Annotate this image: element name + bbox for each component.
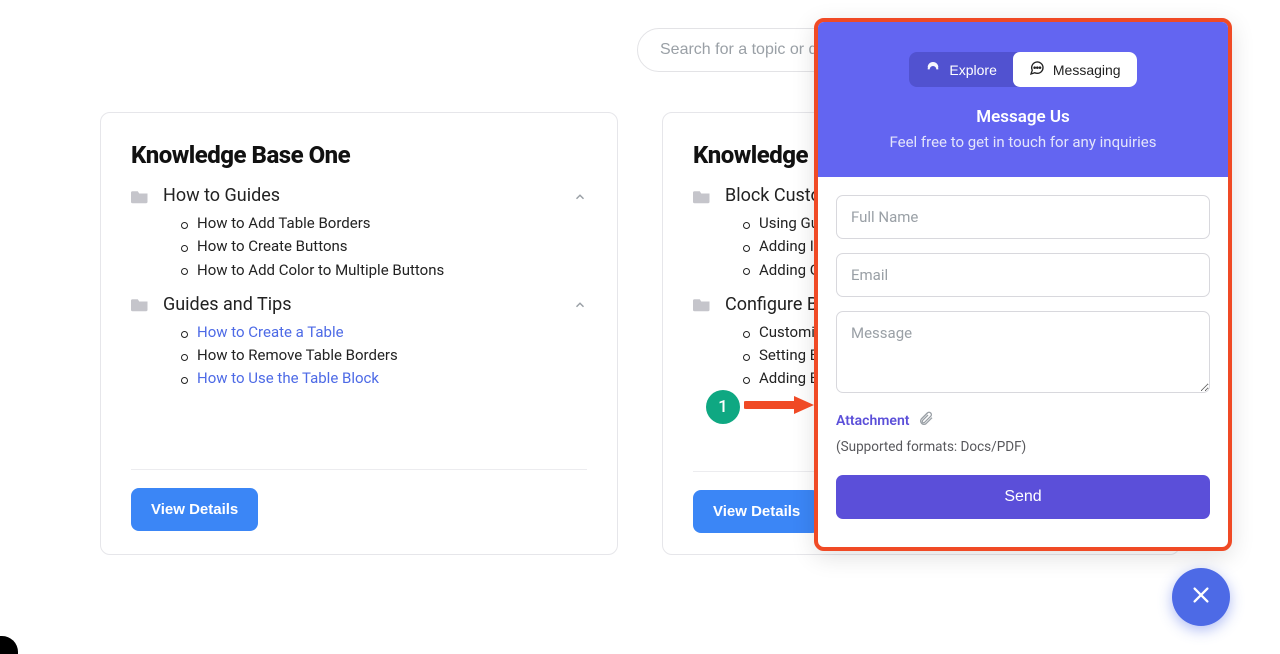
kb-item-list: How to Create a Table How to Remove Tabl… — [181, 321, 587, 391]
folder-icon — [131, 297, 149, 311]
chat-tab-switch: Explore Messaging — [909, 52, 1136, 87]
arrow-right-icon — [740, 396, 814, 418]
tab-label: Explore — [949, 62, 996, 78]
kb-item[interactable]: How to Add Table Borders — [181, 212, 587, 235]
attachment-label: Attachment — [836, 413, 910, 429]
kb-card-title: Knowledge Base One — [131, 141, 587, 169]
chat-subtitle: Feel free to get in touch for any inquir… — [836, 133, 1210, 151]
chevron-up-icon — [573, 189, 587, 203]
section-title: Guides and Tips — [163, 294, 559, 315]
messaging-icon — [1029, 60, 1045, 79]
kb-item-list: How to Add Table Borders How to Create B… — [181, 212, 587, 282]
view-details-button[interactable]: View Details — [693, 490, 820, 533]
step-badge: 1 — [706, 390, 740, 424]
kb-item[interactable]: How to Remove Table Borders — [181, 344, 587, 367]
tab-explore[interactable]: Explore — [909, 52, 1012, 87]
chat-title: Message Us — [836, 107, 1210, 127]
view-details-button[interactable]: View Details — [131, 488, 258, 531]
fullname-field[interactable] — [836, 195, 1210, 239]
tab-messaging[interactable]: Messaging — [1013, 52, 1137, 87]
message-field[interactable] — [836, 311, 1210, 393]
paperclip-icon — [918, 411, 934, 431]
tab-label: Messaging — [1053, 62, 1121, 78]
annotation-callout: 1 — [706, 390, 814, 424]
close-chat-button[interactable] — [1172, 568, 1230, 626]
folder-icon — [131, 189, 149, 203]
attachment-note: (Supported formats: Docs/PDF) — [836, 439, 1210, 455]
folder-icon — [693, 297, 711, 311]
kb-section-header[interactable]: Guides and Tips — [131, 294, 587, 315]
kb-item[interactable]: How to Add Color to Multiple Buttons — [181, 259, 587, 282]
divider — [131, 469, 587, 470]
folder-icon — [693, 189, 711, 203]
kb-item[interactable]: How to Create a Table — [181, 321, 587, 344]
kb-item[interactable]: How to Use the Table Block — [181, 367, 587, 390]
kb-item[interactable]: How to Create Buttons — [181, 235, 587, 258]
attachment-row[interactable]: Attachment — [836, 411, 1210, 431]
corner-decoration — [0, 636, 18, 654]
chat-header: Explore Messaging Message Us Feel free t… — [818, 22, 1228, 177]
section-title: How to Guides — [163, 185, 559, 206]
chat-body: Attachment (Supported formats: Docs/PDF)… — [818, 177, 1228, 537]
close-icon — [1190, 584, 1212, 610]
explore-icon — [925, 60, 941, 79]
send-button[interactable]: Send — [836, 475, 1210, 519]
kb-section-header[interactable]: How to Guides — [131, 185, 587, 206]
chat-widget: Explore Messaging Message Us Feel free t… — [814, 18, 1232, 551]
chevron-up-icon — [573, 297, 587, 311]
kb-card-one: Knowledge Base One How to Guides How to … — [100, 112, 618, 555]
email-field[interactable] — [836, 253, 1210, 297]
